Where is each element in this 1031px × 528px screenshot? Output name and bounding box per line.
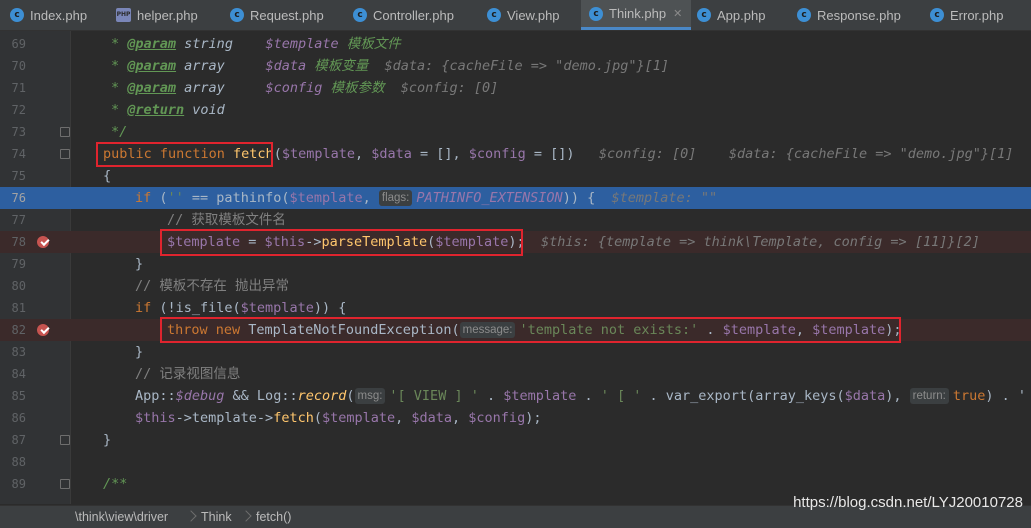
breadcrumb-item-method[interactable]: fetch() [256, 506, 291, 528]
tab-response-php[interactable]: c Response.php [797, 0, 901, 30]
code-line: 77 // 获取模板文件名 [0, 209, 1031, 231]
code-line: 75 { [0, 165, 1031, 187]
annotation-box-fetch [96, 142, 273, 167]
php-class-file-icon: c [797, 8, 811, 22]
tab-view-php[interactable]: c View.php [487, 0, 560, 30]
tab-label: helper.php [137, 7, 198, 23]
tab-label: Index.php [30, 7, 88, 23]
code-line: 79 } [0, 253, 1031, 275]
current-execution-line: 76 if ('' == pathinfo($template, flags: P… [0, 187, 1031, 209]
debug-value-hint: $config: [0] [384, 80, 499, 96]
code-line: 86 $this->template->fetch($template, $da… [0, 407, 1031, 429]
watermark: https://blog.csdn.net/LYJ20010728 [793, 494, 1023, 511]
line-number: 79 [11, 257, 26, 271]
code-line: 88 [0, 451, 1031, 473]
breadcrumb-item-namespace[interactable]: \think\view\driver [75, 506, 168, 528]
tab-index-php[interactable]: c Index.php [10, 0, 87, 30]
parameter-hint: msg: [354, 388, 386, 404]
line-number: 77 [11, 213, 26, 227]
tab-controller-php[interactable]: c Controller.php [353, 0, 454, 30]
debug-value-hint: $template: "" [595, 190, 718, 206]
fold-marker-icon[interactable] [60, 479, 70, 489]
chevron-right-icon [240, 510, 252, 522]
tab-label: View.php [507, 7, 560, 23]
code-line: 70 * @param array $data 模板变量 $data: {cac… [0, 55, 1031, 77]
line-number: 73 [11, 125, 26, 139]
line-number: 85 [11, 389, 26, 403]
tab-think-php[interactable]: c Think.php ✕ [581, 0, 691, 30]
line-number: 83 [11, 345, 26, 359]
debug-value-hint: $this: {template => think\Template, conf… [524, 234, 980, 250]
tab-label: App.php [717, 7, 766, 23]
php-class-file-icon: c [10, 8, 24, 22]
annotation-box-throw [160, 317, 901, 343]
debug-value-hint: $config: [0] $data: {cacheFile => "demo.… [574, 146, 1031, 162]
debug-value-hint: $data: {cacheFile => "demo.jpg"}[1] [368, 58, 669, 74]
line-number: 84 [11, 367, 26, 381]
tab-label: Response.php [817, 7, 901, 23]
line-number: 71 [11, 81, 26, 95]
code-line: 72 * @return void [0, 99, 1031, 121]
fold-marker-icon[interactable] [60, 435, 70, 445]
tab-app-php[interactable]: c App.php [697, 0, 765, 30]
line-number: 70 [11, 59, 26, 73]
fold-marker-icon[interactable] [60, 127, 70, 137]
fold-marker-icon[interactable] [60, 149, 70, 159]
line-number: 80 [11, 279, 26, 293]
line-number: 78 [11, 235, 26, 249]
code-line: 87 } [0, 429, 1031, 451]
tab-label: Request.php [250, 7, 324, 23]
close-tab-icon[interactable]: ✕ [673, 7, 682, 20]
line-number: 69 [11, 37, 26, 51]
php-class-file-icon: c [697, 8, 711, 22]
chevron-right-icon [185, 510, 197, 522]
line-number: 88 [11, 455, 26, 469]
code-line: 71 * @param array $config 模板参数 $config: … [0, 77, 1031, 99]
line-number: 72 [11, 103, 26, 117]
line-number: 81 [11, 301, 26, 315]
annotation-box-parse-template [160, 229, 523, 256]
code-line: 73 */ [0, 121, 1031, 143]
breakpoint-icon[interactable] [37, 324, 49, 336]
parameter-hint: flags: [378, 190, 413, 206]
tab-request-php[interactable]: c Request.php [230, 0, 324, 30]
line-number: 76 [11, 191, 26, 205]
code-line: 81 if (!is_file($template)) { [0, 297, 1031, 319]
code-line: 80 // 模板不存在 抛出异常 [0, 275, 1031, 297]
tab-label: Think.php [609, 6, 667, 21]
code-line: 84 // 记录视图信息 [0, 363, 1031, 385]
parameter-hint: return: [909, 388, 949, 404]
line-number: 87 [11, 433, 26, 447]
tab-helper-php[interactable]: PHP helper.php [116, 0, 198, 30]
php-class-file-icon: c [230, 8, 244, 22]
line-number: 86 [11, 411, 26, 425]
tab-label: Error.php [950, 7, 1004, 23]
php-file-icon: PHP [116, 8, 131, 22]
php-class-file-icon: c [930, 8, 944, 22]
code-line: 85 App::$debug && Log::record(msg: '[ VIE… [0, 385, 1031, 407]
tab-label: Controller.php [373, 7, 454, 23]
code-line: 83 } [0, 341, 1031, 363]
php-class-file-icon: c [353, 8, 367, 22]
line-number: 75 [11, 169, 26, 183]
line-number: 74 [11, 147, 26, 161]
php-class-file-icon: c [487, 8, 501, 22]
tab-error-php[interactable]: c Error.php [930, 0, 1003, 30]
line-number: 89 [11, 477, 26, 491]
code-line: 69 * @param string $template 模板文件 [0, 33, 1031, 55]
breadcrumb-item-class[interactable]: Think [201, 506, 232, 528]
line-number: 82 [11, 323, 26, 337]
code-line: 89 /** [0, 473, 1031, 495]
editor-tab-bar: c Index.php PHP helper.php c Request.php… [0, 0, 1031, 31]
breakpoint-icon[interactable] [37, 236, 49, 248]
php-class-file-icon: c [589, 6, 603, 21]
